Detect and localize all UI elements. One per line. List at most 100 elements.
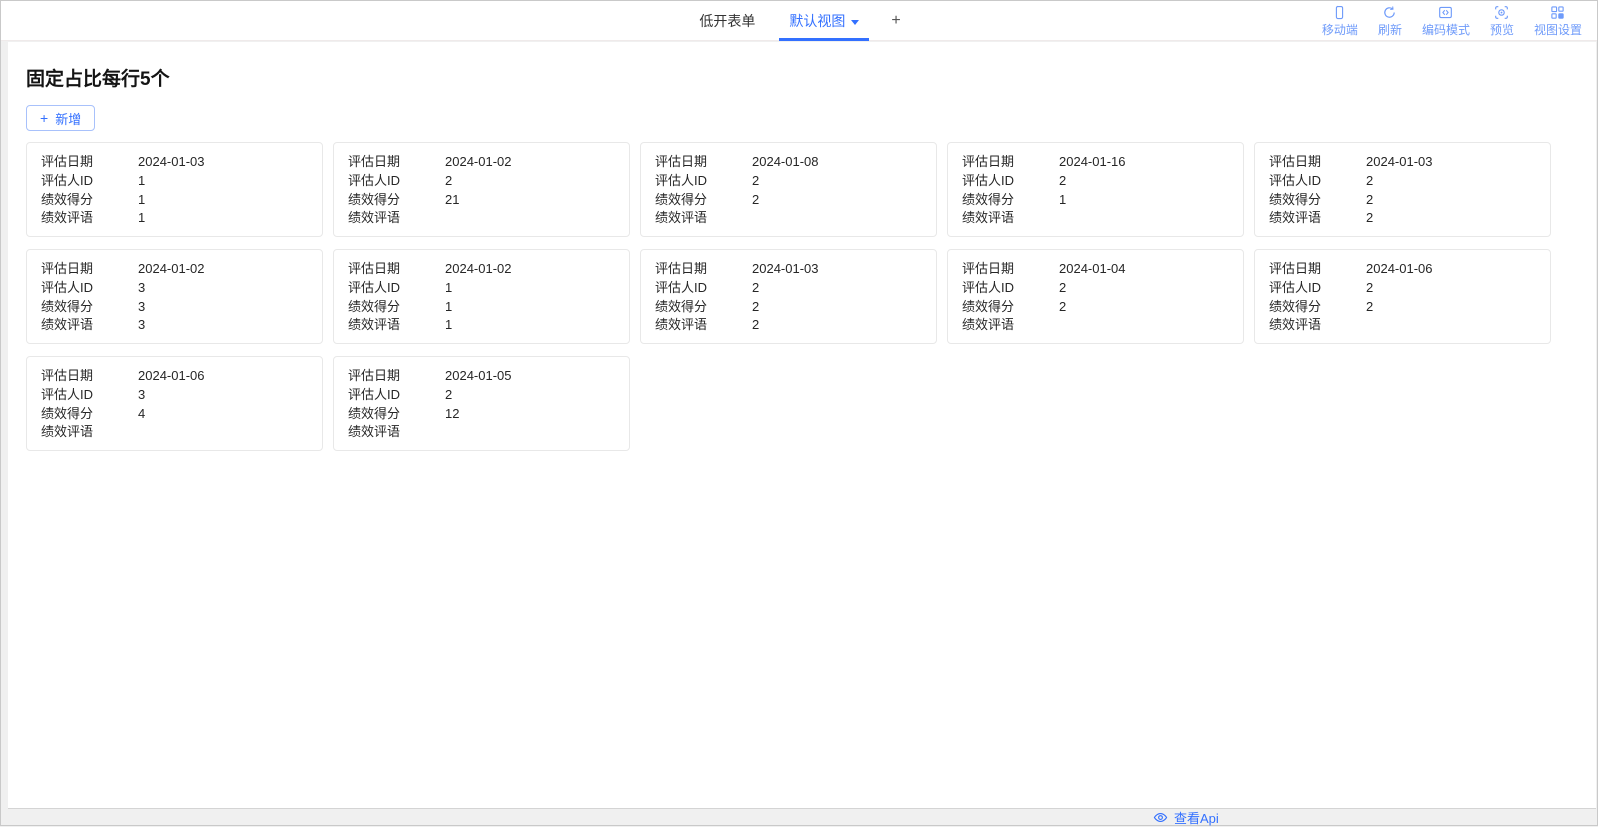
card-field-row: 绩效得分1 (962, 191, 1229, 210)
field-value: 2 (1366, 209, 1536, 228)
record-card[interactable]: 评估日期2024-01-03评估人ID2绩效得分2绩效评语2 (640, 249, 937, 344)
add-record-label: 新增 (55, 109, 81, 128)
field-label: 评估人ID (348, 279, 445, 298)
field-value: 12 (445, 405, 615, 424)
field-value: 2 (1366, 279, 1536, 298)
field-value: 3 (138, 279, 308, 298)
field-value: 2024-01-06 (138, 367, 308, 386)
field-label: 评估人ID (962, 279, 1059, 298)
card-field-row: 绩效评语 (962, 209, 1229, 228)
record-card[interactable]: 评估日期2024-01-02评估人ID2绩效得分21绩效评语 (333, 142, 630, 237)
tab-form-name[interactable]: 低开表单 (689, 1, 765, 41)
code-mode-button[interactable]: 编码模式 (1415, 5, 1477, 38)
field-value: 2024-01-02 (445, 153, 615, 172)
field-value: 2024-01-03 (1366, 153, 1536, 172)
field-value: 2024-01-02 (138, 260, 308, 279)
field-label: 绩效得分 (348, 298, 445, 317)
preview-button[interactable]: 预览 (1483, 5, 1521, 38)
field-value: 21 (445, 191, 615, 210)
field-value: 2 (1059, 279, 1229, 298)
field-label: 绩效得分 (41, 405, 138, 424)
add-view-button[interactable]: + (883, 1, 908, 41)
mobile-button[interactable]: 移动端 (1315, 5, 1365, 38)
card-field-row: 绩效评语 (962, 316, 1229, 335)
preview-label: 预览 (1490, 21, 1514, 38)
field-value: 2 (752, 298, 922, 317)
field-label: 评估日期 (1269, 260, 1366, 279)
field-value: 2 (445, 386, 615, 405)
app-window: 低开表单 默认视图 + 移动端 (0, 0, 1598, 826)
field-value: 3 (138, 386, 308, 405)
card-field-row: 评估人ID1 (348, 279, 615, 298)
card-field-row: 绩效得分2 (1269, 298, 1536, 317)
field-value: 4 (138, 405, 308, 424)
record-card[interactable]: 评估日期2024-01-03评估人ID2绩效得分2绩效评语2 (1254, 142, 1551, 237)
field-label: 绩效评语 (41, 423, 138, 442)
card-field-row: 评估日期2024-01-16 (962, 153, 1229, 172)
record-card[interactable]: 评估日期2024-01-02评估人ID1绩效得分1绩效评语1 (333, 249, 630, 344)
field-value: 2 (1366, 172, 1536, 191)
field-label: 绩效得分 (962, 191, 1059, 210)
view-api-label: 查看Api (1174, 808, 1219, 827)
field-value: 2 (1366, 191, 1536, 210)
card-field-row: 评估日期2024-01-06 (41, 367, 308, 386)
preview-icon (1494, 5, 1509, 20)
card-grid: 评估日期2024-01-03评估人ID1绩效得分1绩效评语1 评估日期2024-… (26, 142, 1552, 451)
field-label: 评估日期 (962, 260, 1059, 279)
field-label: 绩效评语 (962, 316, 1059, 335)
field-label: 绩效得分 (1269, 191, 1366, 210)
card-field-row: 绩效得分2 (962, 298, 1229, 317)
field-label: 绩效得分 (962, 298, 1059, 317)
field-value: 1 (445, 298, 615, 317)
field-label: 评估日期 (41, 367, 138, 386)
field-value: 2024-01-02 (445, 260, 615, 279)
card-field-row: 评估日期2024-01-08 (655, 153, 922, 172)
field-value: 2 (1366, 298, 1536, 317)
code-mode-icon (1438, 5, 1453, 20)
record-card[interactable]: 评估日期2024-01-06评估人ID2绩效得分2绩效评语 (1254, 249, 1551, 344)
field-value: 2024-01-16 (1059, 153, 1229, 172)
field-label: 评估日期 (41, 260, 138, 279)
card-field-row: 评估人ID1 (41, 172, 308, 191)
field-label: 绩效得分 (1269, 298, 1366, 317)
mobile-label: 移动端 (1322, 21, 1358, 38)
field-label: 评估人ID (41, 172, 138, 191)
card-field-row: 评估日期2024-01-04 (962, 260, 1229, 279)
field-label: 评估人ID (1269, 172, 1366, 191)
record-card[interactable]: 评估日期2024-01-06评估人ID3绩效得分4绩效评语 (26, 356, 323, 451)
field-value (445, 423, 615, 442)
view-settings-label: 视图设置 (1534, 21, 1582, 38)
field-value: 1 (138, 172, 308, 191)
card-field-row: 绩效得分4 (41, 405, 308, 424)
add-record-button[interactable]: + 新增 (26, 105, 95, 131)
view-api-link[interactable]: 查看Api (1153, 808, 1219, 827)
field-label: 绩效评语 (41, 209, 138, 228)
plus-icon: + (891, 12, 900, 30)
top-bar: 低开表单 默认视图 + 移动端 (1, 1, 1597, 41)
field-value: 2 (1059, 298, 1229, 317)
record-card[interactable]: 评估日期2024-01-16评估人ID2绩效得分1绩效评语 (947, 142, 1244, 237)
code-mode-label: 编码模式 (1422, 21, 1470, 38)
record-card[interactable]: 评估日期2024-01-08评估人ID2绩效得分2绩效评语 (640, 142, 937, 237)
field-label: 评估日期 (1269, 153, 1366, 172)
record-card[interactable]: 评估日期2024-01-05评估人ID2绩效得分12绩效评语 (333, 356, 630, 451)
record-card[interactable]: 评估日期2024-01-04评估人ID2绩效得分2绩效评语 (947, 249, 1244, 344)
record-card[interactable]: 评估日期2024-01-03评估人ID1绩效得分1绩效评语1 (26, 142, 323, 237)
field-label: 评估日期 (655, 153, 752, 172)
page-title: 固定占比每行5个 (26, 64, 1596, 91)
card-field-row: 绩效评语3 (41, 316, 308, 335)
tab-default-view[interactable]: 默认视图 (779, 1, 869, 41)
refresh-button[interactable]: 刷新 (1371, 5, 1409, 38)
field-value: 2 (752, 279, 922, 298)
field-label: 绩效评语 (41, 316, 138, 335)
card-field-row: 绩效得分1 (41, 191, 308, 210)
field-value: 1 (138, 209, 308, 228)
header-toolbar: 移动端 刷新 编码模式 (1315, 5, 1589, 41)
record-card[interactable]: 评估日期2024-01-02评估人ID3绩效得分3绩效评语3 (26, 249, 323, 344)
field-value: 2 (1059, 172, 1229, 191)
field-label: 评估日期 (348, 153, 445, 172)
view-settings-button[interactable]: 视图设置 (1527, 5, 1589, 38)
field-value: 1 (1059, 191, 1229, 210)
field-value: 2024-01-08 (752, 153, 922, 172)
field-label: 绩效得分 (41, 191, 138, 210)
